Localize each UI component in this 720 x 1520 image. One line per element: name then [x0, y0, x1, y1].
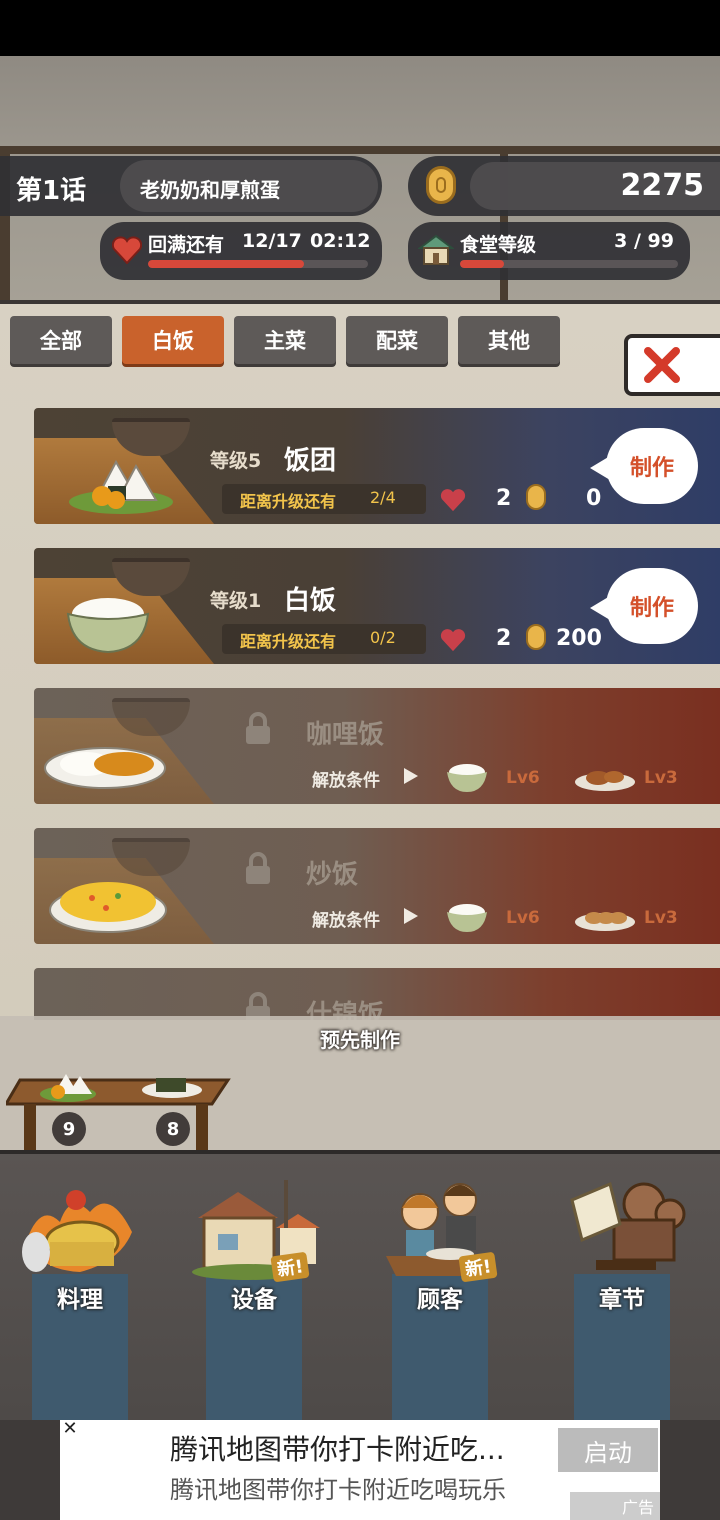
premake-title: 预先制作: [320, 1028, 400, 1052]
tab-rice[interactable]: 白饭: [122, 316, 224, 364]
rice-bowl-icon: [66, 598, 150, 654]
lock-icon: [246, 852, 270, 884]
nav-chapters-label[interactable]: 章节: [552, 1280, 692, 1314]
recipe-hearts: 2: [496, 486, 512, 511]
heart-icon: [112, 236, 142, 264]
make-button[interactable]: 制作: [590, 428, 698, 504]
recipe-coins: 0: [586, 486, 602, 511]
coin-count: 2275: [620, 168, 705, 203]
recipe-card-curry-rice[interactable]: 咖哩饭 解放条件 Lv6 Lv3: [34, 688, 720, 804]
canteen-house-icon: [418, 234, 454, 265]
ad-tag: 广告: [570, 1492, 660, 1520]
onigiri-icon: [69, 459, 173, 514]
rice-bowl-icon: [447, 904, 487, 932]
nav-equipment-new-badge: 新!: [270, 1251, 310, 1283]
recipe-name: 咖哩饭: [306, 720, 385, 750]
recipe-panel: 全部 白饭 主菜 配菜 其他 等级5 饭团 距离升级还有 2/4 2 0 制作 …: [0, 300, 720, 1020]
recipe-level: 等级1: [210, 590, 262, 612]
nav-customers-label[interactable]: 顾客: [370, 1280, 510, 1314]
recipe-card-white-rice[interactable]: 等级1 白饭 距离升级还有 0/2 2 200 制作: [34, 548, 720, 664]
premake-count-side: 8: [156, 1112, 190, 1146]
close-button[interactable]: [624, 334, 720, 396]
ad-close-icon[interactable]: ✕: [60, 1420, 80, 1440]
ad-title[interactable]: 腾讯地图带你打卡附近吃...: [170, 1428, 505, 1468]
close-icon: [644, 347, 680, 383]
gyoza-icon: [575, 912, 635, 931]
req-level-2: Lv3: [644, 908, 678, 928]
coin-icon: [526, 624, 546, 650]
hearts-label: 回满还有: [148, 234, 225, 256]
ad-launch-button[interactable]: 启动: [558, 1428, 658, 1472]
side-dish-icon: [575, 771, 635, 791]
ad-subtitle[interactable]: 腾讯地图带你打卡附近吃喝玩乐: [170, 1470, 506, 1505]
coin-icon: [526, 484, 546, 510]
recipe-hearts: 2: [496, 626, 512, 651]
beam: [0, 146, 720, 154]
req-level-1: Lv6: [506, 908, 540, 928]
chapter-title: 老奶奶和厚煎蛋: [140, 178, 280, 202]
lock-icon: [246, 712, 270, 744]
header-scene: 第1话 老奶奶和厚煎蛋 2275 回满还有 12/17 02:12 食堂等级 3…: [0, 56, 720, 302]
ad-side: [660, 1420, 720, 1520]
req-level-2: Lv3: [644, 768, 678, 788]
hearts-bar-fill: [148, 260, 305, 268]
heart-icon: [440, 489, 466, 512]
recipe-level: 等级5: [210, 450, 262, 472]
recipe-card-mixed-rice[interactable]: 什锦饭: [34, 968, 720, 1020]
arrow-right-icon: [404, 908, 418, 924]
premake-table[interactable]: [6, 1070, 232, 1150]
coin-icon: [426, 166, 456, 204]
premake-count-onigiri: 9: [52, 1112, 86, 1146]
tab-all[interactable]: 全部: [10, 316, 112, 364]
rice-bowl-icon: [447, 764, 487, 792]
hearts-count: 12/17: [242, 230, 302, 252]
recipe-name: 炒饭: [306, 860, 359, 890]
coin-pill: 2275: [408, 156, 720, 216]
fried-rice-icon: [49, 882, 167, 933]
hearts-pill: 回满还有 12/17 02:12: [100, 222, 382, 280]
unlock-condition: 解放条件: [312, 911, 380, 931]
canteen-pill: 食堂等级 3 / 99: [408, 222, 690, 280]
heart-icon: [440, 629, 466, 652]
upgrade-value: 2/4: [370, 488, 396, 507]
cooking-pot-icon[interactable]: [20, 1182, 140, 1282]
canteen-label: 食堂等级: [460, 234, 537, 256]
upgrade-progress: 距离升级还有 2/4: [222, 484, 426, 514]
nav-cooking-label[interactable]: 料理: [10, 1280, 150, 1314]
canteen-bar-fill: [460, 260, 504, 268]
req-level-1: Lv6: [506, 768, 540, 788]
chapter-pill[interactable]: 第1话 老奶奶和厚煎蛋: [0, 156, 382, 216]
unlock-condition: 解放条件: [312, 771, 380, 791]
upgrade-progress: 距离升级还有 0/2: [222, 624, 426, 654]
upgrade-label: 距离升级还有: [240, 632, 337, 651]
hearts-timer: 02:12: [310, 230, 371, 252]
arrow-right-icon: [404, 768, 418, 784]
status-bar: [0, 0, 720, 56]
tab-main-dish[interactable]: 主菜: [234, 316, 336, 364]
tab-other[interactable]: 其他: [458, 316, 560, 364]
ad-banner[interactable]: 腾讯地图带你打卡附近吃... 腾讯地图带你打卡附近吃喝玩乐 启动 广告: [60, 1420, 660, 1520]
recipe-card-onigiri[interactable]: 等级5 饭团 距离升级还有 2/4 2 0 制作: [34, 408, 720, 524]
nav-equipment-label[interactable]: 设备: [184, 1280, 324, 1314]
tab-side-dish[interactable]: 配菜: [346, 316, 448, 364]
make-button[interactable]: 制作: [590, 568, 698, 644]
canteen-bar: [460, 260, 678, 268]
upgrade-value: 0/2: [370, 628, 396, 647]
canteen-level: 3 / 99: [614, 230, 674, 252]
recipe-coins: 200: [556, 626, 602, 651]
premake-strip: 预先制作 9 8: [0, 1016, 720, 1150]
recipe-card-fried-rice[interactable]: 炒饭 解放条件 Lv6 Lv3: [34, 828, 720, 944]
upgrade-label: 距离升级还有: [240, 492, 337, 511]
film-camera-icon[interactable]: [566, 1180, 686, 1280]
recipe-name: 白饭: [284, 586, 337, 616]
chapter-number: 第1话: [16, 176, 87, 206]
curry-rice-icon: [44, 747, 166, 789]
recipe-name: 饭团: [284, 446, 337, 476]
bottom-nav: 料理 新! 设备 新! 顾客 章节: [0, 1150, 720, 1424]
hearts-bar: [148, 260, 368, 268]
ad-side: [0, 1420, 60, 1520]
nav-customers-new-badge: 新!: [458, 1251, 498, 1283]
